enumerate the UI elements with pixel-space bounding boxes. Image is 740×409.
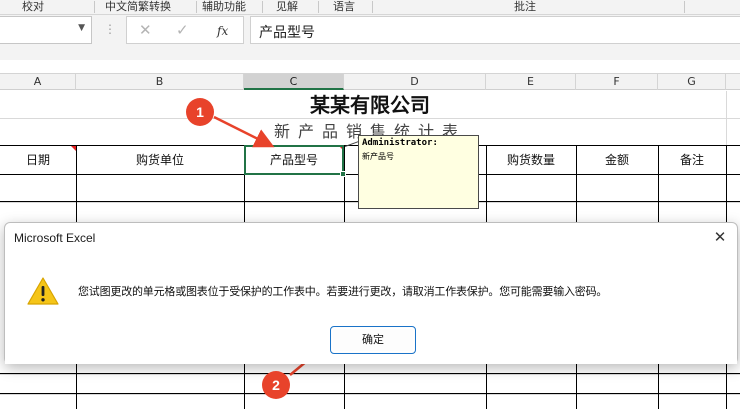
close-icon[interactable]: ✕ (709, 226, 731, 248)
dialog-body: 您试图更改的单元格或图表位于受保护的工作表中。若要进行更改，请取消工作表保护。您… (5, 256, 737, 364)
step-marker-1: 1 (186, 98, 214, 126)
step-marker-2: 2 (262, 371, 290, 399)
protected-sheet-dialog: Microsoft Excel ✕ 您试图更改的单元格或图表位于受保护的工作表中… (4, 222, 738, 364)
ok-button[interactable]: 确定 (330, 326, 416, 354)
warning-icon (27, 277, 59, 305)
dialog-message: 您试图更改的单元格或图表位于受保护的工作表中。若要进行更改，请取消工作表保护。您… (78, 285, 608, 298)
dialog-title: Microsoft Excel (14, 231, 96, 245)
arrow-to-cell (213, 115, 275, 148)
